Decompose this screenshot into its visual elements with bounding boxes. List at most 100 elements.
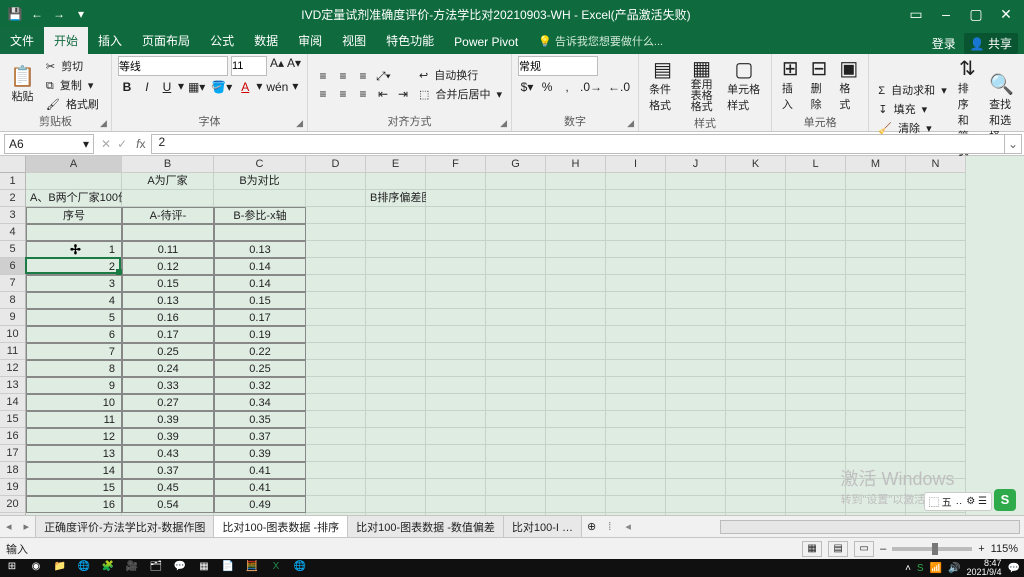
sheet-tab[interactable]: 比对100-I …	[503, 515, 582, 539]
row-header[interactable]: 1	[0, 173, 25, 190]
select-all-corner[interactable]	[0, 156, 26, 173]
cell[interactable]	[606, 462, 666, 479]
cell[interactable]	[606, 309, 666, 326]
bold-button[interactable]: B	[118, 79, 136, 95]
zoom-in-button[interactable]: +	[978, 543, 984, 555]
currency-icon[interactable]: $▾	[518, 79, 536, 95]
cell[interactable]	[846, 258, 906, 275]
tab-插入[interactable]: 插入	[88, 27, 132, 54]
cell[interactable]	[306, 428, 366, 445]
cell[interactable]	[306, 190, 366, 207]
cell[interactable]	[366, 258, 426, 275]
cell[interactable]	[726, 173, 786, 190]
cell[interactable]	[606, 394, 666, 411]
cell[interactable]: 0.25	[122, 343, 214, 360]
cell[interactable]	[846, 207, 906, 224]
cell[interactable]	[906, 360, 966, 377]
tray-ime-icon[interactable]: S	[917, 563, 924, 574]
cell[interactable]: 0.41	[214, 462, 306, 479]
cell[interactable]	[726, 462, 786, 479]
cell[interactable]: 0.34	[214, 394, 306, 411]
cell[interactable]	[366, 462, 426, 479]
taskbar-app-icon[interactable]: 🗂	[148, 561, 164, 575]
cell[interactable]: 0.37	[122, 462, 214, 479]
row-header[interactable]: 15	[0, 411, 25, 428]
cell[interactable]: 0.32	[214, 377, 306, 394]
cell[interactable]	[786, 411, 846, 428]
cell[interactable]	[426, 275, 486, 292]
cell[interactable]	[546, 377, 606, 394]
cell[interactable]	[486, 224, 546, 241]
cell[interactable]	[846, 224, 906, 241]
cell[interactable]	[486, 207, 546, 224]
cell[interactable]	[846, 411, 906, 428]
cell[interactable]	[666, 292, 726, 309]
cell[interactable]	[846, 173, 906, 190]
cell[interactable]	[546, 394, 606, 411]
cell[interactable]: 0.16	[122, 309, 214, 326]
cell[interactable]	[486, 241, 546, 258]
cell[interactable]	[306, 326, 366, 343]
login-link[interactable]: 登录	[932, 35, 956, 52]
page-layout-view-button[interactable]: ▤	[828, 541, 848, 557]
cell[interactable]	[726, 445, 786, 462]
minimize-icon[interactable]: –	[932, 6, 960, 23]
cell[interactable]: A-待评-	[122, 207, 214, 224]
cell[interactable]	[546, 224, 606, 241]
cell[interactable]	[906, 190, 966, 207]
cell[interactable]	[666, 479, 726, 496]
cell[interactable]	[726, 428, 786, 445]
row-header[interactable]: 7	[0, 275, 25, 292]
cell[interactable]	[366, 360, 426, 377]
cell[interactable]	[426, 241, 486, 258]
cell[interactable]	[426, 258, 486, 275]
cell[interactable]	[306, 496, 366, 513]
taskbar-app-icon[interactable]: 📄	[220, 561, 236, 575]
tab-数据[interactable]: 数据	[244, 27, 288, 54]
cell[interactable]	[606, 275, 666, 292]
cell[interactable]	[306, 394, 366, 411]
cell[interactable]	[786, 275, 846, 292]
paste-button[interactable]: 📋粘贴	[6, 64, 39, 106]
cell[interactable]	[306, 479, 366, 496]
cell[interactable]	[666, 173, 726, 190]
taskbar-app-icon[interactable]: 🧩	[100, 561, 116, 575]
cell[interactable]: 0.54	[122, 496, 214, 513]
cell[interactable]	[486, 258, 546, 275]
cell[interactable]	[786, 496, 846, 513]
cell[interactable]	[426, 411, 486, 428]
cell[interactable]	[426, 462, 486, 479]
cell[interactable]	[546, 411, 606, 428]
cell[interactable]	[786, 258, 846, 275]
cell[interactable]: 8	[26, 360, 122, 377]
cell[interactable]	[366, 394, 426, 411]
phonetic-button[interactable]: wén	[264, 79, 290, 95]
cell[interactable]: 0.39	[122, 411, 214, 428]
page-break-view-button[interactable]: ▭	[854, 541, 874, 557]
cell[interactable]	[366, 411, 426, 428]
sheet-list-icon[interactable]: ⁞	[602, 521, 617, 533]
cell[interactable]	[546, 445, 606, 462]
col-header[interactable]: I	[606, 156, 666, 173]
cell[interactable]	[426, 173, 486, 190]
taskbar-app-icon[interactable]: 🎥	[124, 561, 140, 575]
cell[interactable]	[606, 224, 666, 241]
cell[interactable]	[666, 428, 726, 445]
number-format-combo[interactable]	[518, 56, 598, 76]
cell[interactable]	[786, 292, 846, 309]
cell[interactable]	[486, 360, 546, 377]
zoom-level[interactable]: 115%	[991, 543, 1018, 555]
cell[interactable]	[306, 207, 366, 224]
cell[interactable]: 0.13	[122, 292, 214, 309]
sheet-tab[interactable]: 比对100-图表数据 -数值偏差	[347, 515, 504, 539]
cell[interactable]	[846, 445, 906, 462]
conditional-format-button[interactable]: ▤条件格式	[645, 57, 680, 115]
cell[interactable]	[666, 224, 726, 241]
cell[interactable]	[906, 309, 966, 326]
cell[interactable]	[306, 343, 366, 360]
font-color-button[interactable]: A	[236, 79, 254, 95]
taskbar-app-icon[interactable]: 💬	[172, 561, 188, 575]
cell[interactable]	[726, 241, 786, 258]
cell[interactable]: 11	[26, 411, 122, 428]
format-as-table-button[interactable]: ▦套用 表格格式	[684, 56, 719, 115]
